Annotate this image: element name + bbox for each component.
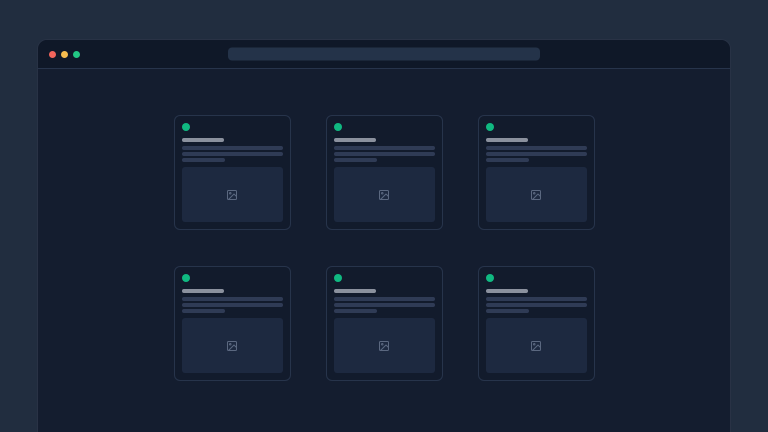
card[interactable] [478, 115, 595, 230]
image-placeholder [182, 167, 283, 222]
skeleton-line [486, 303, 587, 307]
status-dot [334, 123, 342, 131]
status-dot [486, 123, 494, 131]
address-bar[interactable] [228, 48, 540, 61]
image-placeholder [334, 318, 435, 373]
skeleton-line [182, 146, 283, 150]
skeleton-title [486, 138, 528, 142]
close-button[interactable] [49, 51, 56, 58]
skeleton-line-short [334, 158, 377, 162]
skeleton-title [334, 289, 376, 293]
image-placeholder [486, 167, 587, 222]
skeleton-line-short [182, 158, 225, 162]
window-titlebar[interactable] [38, 40, 730, 69]
image-icon [378, 340, 390, 352]
image-icon [226, 340, 238, 352]
skeleton-title [182, 138, 224, 142]
skeleton-line [334, 152, 435, 156]
skeleton-line-short [182, 309, 225, 313]
status-dot [334, 274, 342, 282]
skeleton-line [182, 303, 283, 307]
image-icon [378, 189, 390, 201]
skeleton-title [486, 289, 528, 293]
image-icon [530, 340, 542, 352]
image-icon [530, 189, 542, 201]
image-icon [226, 189, 238, 201]
skeleton-line [486, 152, 587, 156]
status-dot [182, 274, 190, 282]
image-placeholder [334, 167, 435, 222]
image-placeholder [486, 318, 587, 373]
skeleton-line [486, 146, 587, 150]
window-content [38, 69, 730, 381]
skeleton-line [486, 297, 587, 301]
minimize-button[interactable] [61, 51, 68, 58]
skeleton-line-short [486, 309, 529, 313]
skeleton-line [334, 146, 435, 150]
desktop-background [0, 0, 768, 432]
skeleton-line [182, 152, 283, 156]
card[interactable] [326, 266, 443, 381]
card[interactable] [174, 115, 291, 230]
skeleton-title [182, 289, 224, 293]
skeleton-line [334, 297, 435, 301]
status-dot [182, 123, 190, 131]
status-dot [486, 274, 494, 282]
skeleton-line-short [334, 309, 377, 313]
browser-window [37, 39, 731, 432]
image-placeholder [182, 318, 283, 373]
skeleton-title [334, 138, 376, 142]
card[interactable] [326, 115, 443, 230]
card[interactable] [174, 266, 291, 381]
skeleton-line [334, 303, 435, 307]
card-grid [38, 115, 730, 381]
skeleton-line [182, 297, 283, 301]
maximize-button[interactable] [73, 51, 80, 58]
window-controls [38, 51, 80, 58]
skeleton-line-short [486, 158, 529, 162]
card[interactable] [478, 266, 595, 381]
